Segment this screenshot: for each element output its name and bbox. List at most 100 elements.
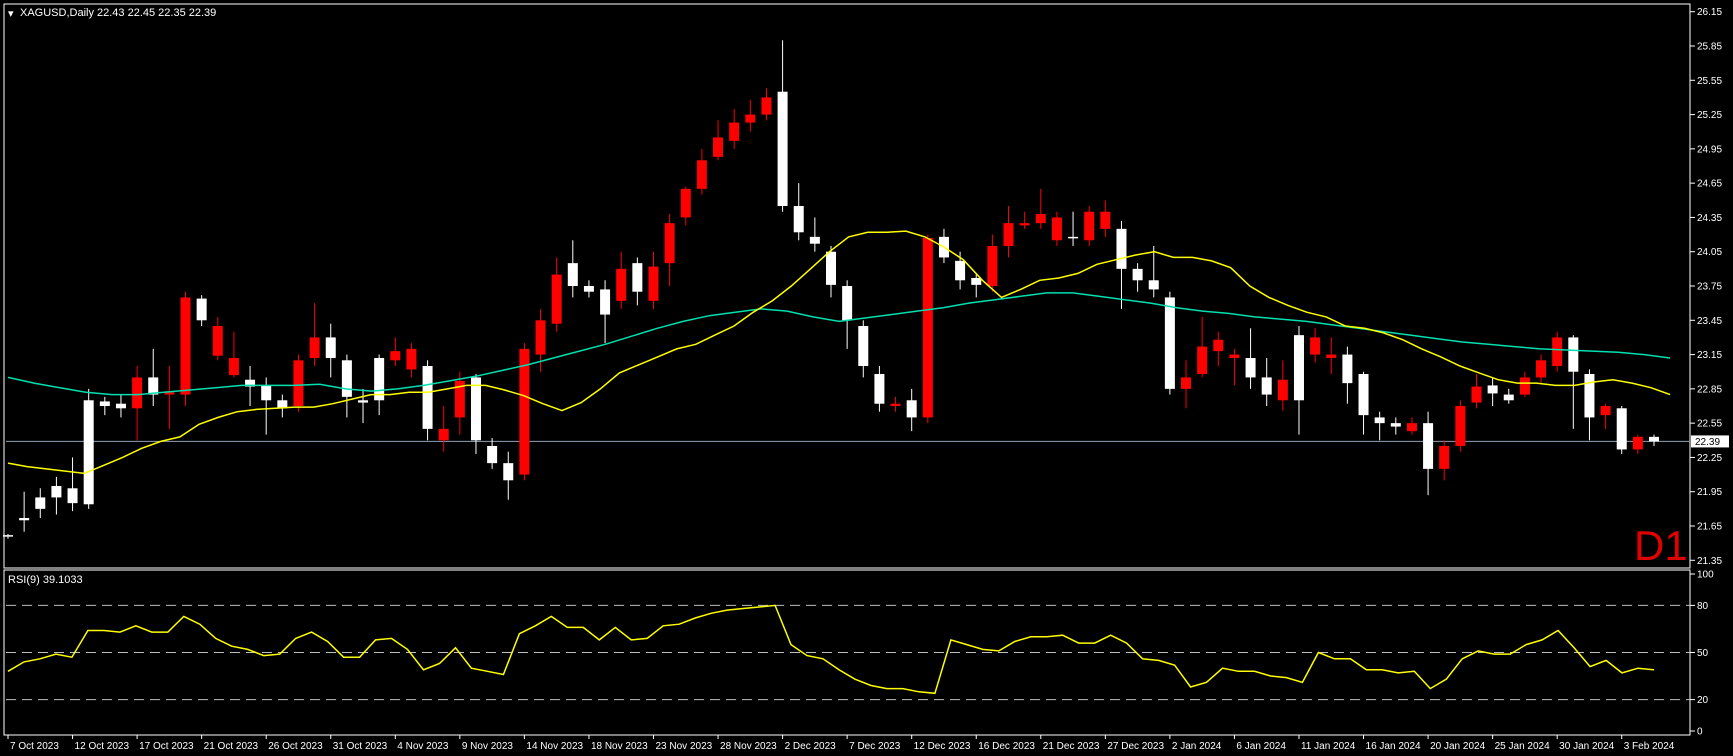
bull-candle <box>2 535 14 537</box>
bear-candle <box>616 268 627 301</box>
price-tick-label: 24.35 <box>1697 213 1722 224</box>
bull-candle <box>1068 236 1079 239</box>
bear-candle <box>406 348 417 370</box>
bull-candle <box>358 400 369 403</box>
bear-candle <box>1600 406 1611 416</box>
chart-canvas: 26.15 25.85 25.55 25.25 24.95 24.65 24.35 24.05… <box>2 3 1729 752</box>
bull-candle <box>874 374 885 404</box>
bull-candle <box>1423 423 1434 469</box>
bear-candle <box>228 358 239 376</box>
bear-candle <box>1003 223 1014 246</box>
bear-candle <box>1632 436 1643 450</box>
rsi-axis: 100 80 50 20 0 <box>6 570 1714 738</box>
bear-candle <box>309 337 320 358</box>
bear-candle <box>390 351 401 361</box>
bull-candle <box>906 400 917 418</box>
bull-candle <box>955 260 966 281</box>
bull-candle <box>809 236 820 244</box>
bull-candle <box>632 263 643 292</box>
current-price-label: 22.39 <box>1695 437 1720 448</box>
time-tick-label: 17 Oct 2023 <box>139 741 194 752</box>
bear-candle <box>922 238 933 418</box>
time-tick-label: 12 Oct 2023 <box>75 741 130 752</box>
time-tick-label: 16 Jan 2024 <box>1366 741 1421 752</box>
bull-candle <box>583 286 594 292</box>
bear-candle <box>1310 337 1321 355</box>
bear-candle <box>745 114 756 123</box>
bear-candle <box>1019 223 1030 226</box>
bull-candle <box>567 263 578 286</box>
bull-candle <box>1342 354 1353 384</box>
bull-candle <box>83 400 94 505</box>
bear-candle <box>729 122 740 141</box>
bear-candle <box>664 223 675 264</box>
bear-candle <box>713 137 724 157</box>
candles-layer <box>2 40 1660 539</box>
bull-candle <box>99 401 110 406</box>
bull-candle <box>1487 385 1498 394</box>
price-tick-label: 22.25 <box>1697 453 1722 464</box>
rsi-line <box>7 604 1655 695</box>
bull-candle <box>858 326 869 366</box>
time-tick-label: 27 Dec 2023 <box>1107 741 1164 752</box>
time-tick-label: 25 Jan 2024 <box>1495 741 1550 752</box>
time-tick-label: 3 Feb 2024 <box>1624 741 1675 752</box>
bull-candle <box>1568 337 1579 372</box>
bear-candle <box>519 348 530 475</box>
time-tick-label: 2 Dec 2023 <box>785 741 837 752</box>
moving-averages-layer <box>7 230 1671 475</box>
bull-candle <box>1132 268 1143 281</box>
bull-candle <box>67 488 78 504</box>
bull-candle <box>1616 408 1627 450</box>
rsi-layer <box>7 604 1655 695</box>
time-tick-label: 23 Nov 2023 <box>655 741 712 752</box>
price-tick-label: 24.65 <box>1697 179 1722 190</box>
ma-fast-line <box>7 230 1671 475</box>
bull-candle <box>325 337 336 358</box>
bear-candle <box>212 326 223 356</box>
bear-candle <box>1229 354 1240 358</box>
bull-candle <box>19 518 30 521</box>
bear-candle <box>293 360 304 406</box>
price-tick-label: 23.45 <box>1697 316 1722 327</box>
time-tick-label: 31 Oct 2023 <box>333 741 388 752</box>
bull-candle <box>971 278 982 285</box>
bear-candle <box>648 266 659 301</box>
bear-candle <box>761 97 772 115</box>
bull-candle <box>777 91 788 206</box>
bear-candle <box>1536 360 1547 378</box>
price-tick-label: 22.55 <box>1697 419 1722 430</box>
price-axis: 26.15 25.85 25.55 25.25 24.95 24.65 24.35 24.05… <box>6 7 1729 567</box>
price-tick-label: 25.55 <box>1697 76 1722 87</box>
collapse-triangle-icon[interactable]: ▾ <box>8 8 14 20</box>
rsi-tick-label: 80 <box>1697 601 1709 612</box>
bull-candle <box>1116 228 1127 269</box>
price-tick-label: 23.75 <box>1697 282 1722 293</box>
bear-candle <box>1439 446 1450 469</box>
bull-candle <box>1148 280 1159 290</box>
bear-candle <box>551 274 562 324</box>
bull-candle <box>51 486 62 498</box>
bear-candle <box>1406 423 1417 432</box>
bull-candle <box>341 360 352 397</box>
bull-candle <box>1390 423 1401 427</box>
time-tick-label: 16 Dec 2023 <box>978 741 1035 752</box>
bull-candle <box>825 251 837 285</box>
bear-candle <box>1181 377 1192 389</box>
price-tick-label: 21.65 <box>1697 522 1722 533</box>
bull-candle <box>487 446 498 464</box>
time-tick-label: 7 Oct 2023 <box>10 741 59 752</box>
time-tick-label: 11 Jan 2024 <box>1301 741 1356 752</box>
time-tick-label: 2 Jan 2024 <box>1172 741 1222 752</box>
rsi-header: RSI(9) 39.1033 <box>8 574 83 586</box>
bear-candle <box>680 188 691 218</box>
bear-candle <box>1035 214 1046 224</box>
bear-candle <box>1471 386 1482 403</box>
bull-candle <box>35 497 46 509</box>
bear-candle <box>1326 354 1337 358</box>
bull-candle <box>842 286 853 321</box>
time-tick-label: 12 Dec 2023 <box>914 741 971 752</box>
bull-candle <box>503 463 514 481</box>
time-tick-label: 9 Nov 2023 <box>462 741 514 752</box>
price-tick-label: 25.85 <box>1697 42 1722 53</box>
